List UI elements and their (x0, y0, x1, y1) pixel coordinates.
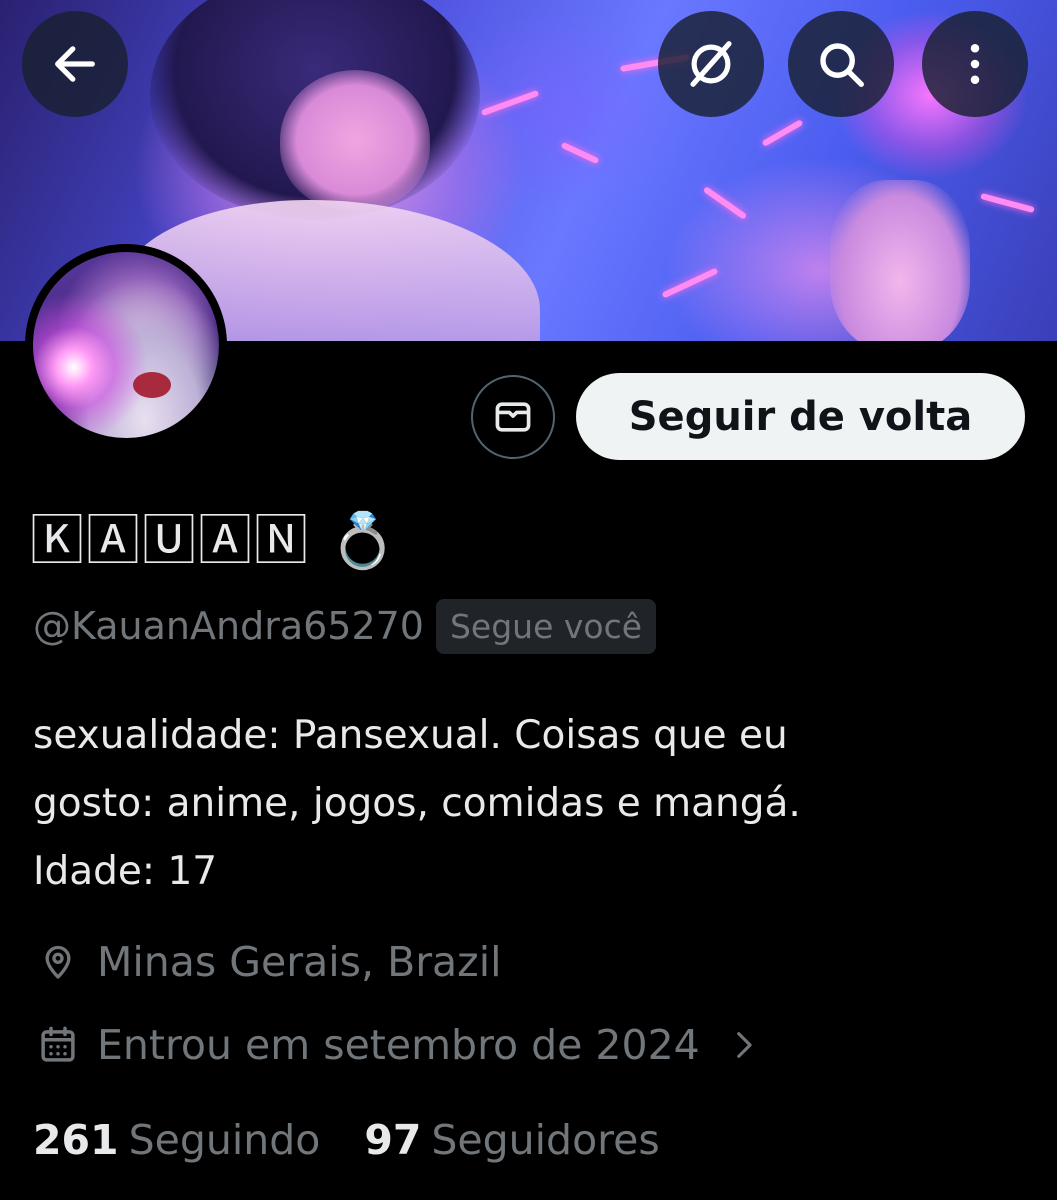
banner-spark (480, 89, 540, 117)
follow-back-button[interactable]: Seguir de volta (576, 373, 1025, 460)
message-button[interactable] (471, 375, 555, 459)
followers-count: 97 (364, 1116, 422, 1164)
grok-slash-circle-icon (690, 41, 732, 87)
bio-line: Idade: 17 (33, 849, 218, 894)
calendar-icon (33, 1020, 83, 1070)
joined-row[interactable]: Entrou em setembro de 2024 (33, 1020, 768, 1070)
location-row: Minas Gerais, Brazil (33, 937, 501, 987)
envelope-icon (495, 402, 531, 432)
handle: @KauanAndra65270 (33, 604, 424, 648)
location-pin-icon (33, 937, 83, 987)
search-icon (820, 43, 864, 87)
bio-line: sexualidade: Pansexual. Coisas que eu (33, 713, 788, 758)
banner-spark (560, 141, 600, 165)
avatar-art-detail (133, 372, 171, 398)
banner-spark (702, 186, 748, 220)
handle-row: @KauanAndra65270 Segue você (33, 596, 657, 656)
banner-spark (661, 267, 719, 299)
grok-button[interactable] (658, 11, 764, 117)
followers-label: Seguidores (431, 1116, 660, 1164)
banner-art-face (280, 70, 430, 210)
joined-text: Entrou em setembro de 2024 (97, 1021, 700, 1069)
following-label: Seguindo (128, 1116, 321, 1164)
follow-stats: 261 Seguindo 97 Seguidores (33, 1116, 660, 1164)
bio-line: gosto: anime, jogos, comidas e mangá. (33, 781, 801, 826)
banner-spark (761, 119, 804, 147)
chevron-right-icon (718, 1020, 768, 1070)
avatar[interactable] (25, 244, 227, 446)
follows-you-badge: Segue você (435, 598, 657, 654)
avatar-image (33, 252, 219, 438)
more-vertical-icon (970, 43, 980, 85)
followers-link[interactable]: 97 Seguidores (364, 1116, 659, 1164)
back-button[interactable] (22, 11, 128, 117)
location-text: Minas Gerais, Brazil (97, 938, 502, 986)
bio: sexualidade: Pansexual. Coisas que eu go… (33, 702, 1023, 906)
arrow-left-icon (55, 46, 95, 82)
more-options-button[interactable] (922, 11, 1028, 117)
search-button[interactable] (788, 11, 894, 117)
following-count: 261 (33, 1116, 119, 1164)
banner-spark (980, 192, 1035, 214)
display-name: 🄺🄰🅄🄰🄽 💍 (30, 509, 399, 572)
banner-art-hand (830, 180, 970, 341)
following-link[interactable]: 261 Seguindo (33, 1116, 320, 1164)
